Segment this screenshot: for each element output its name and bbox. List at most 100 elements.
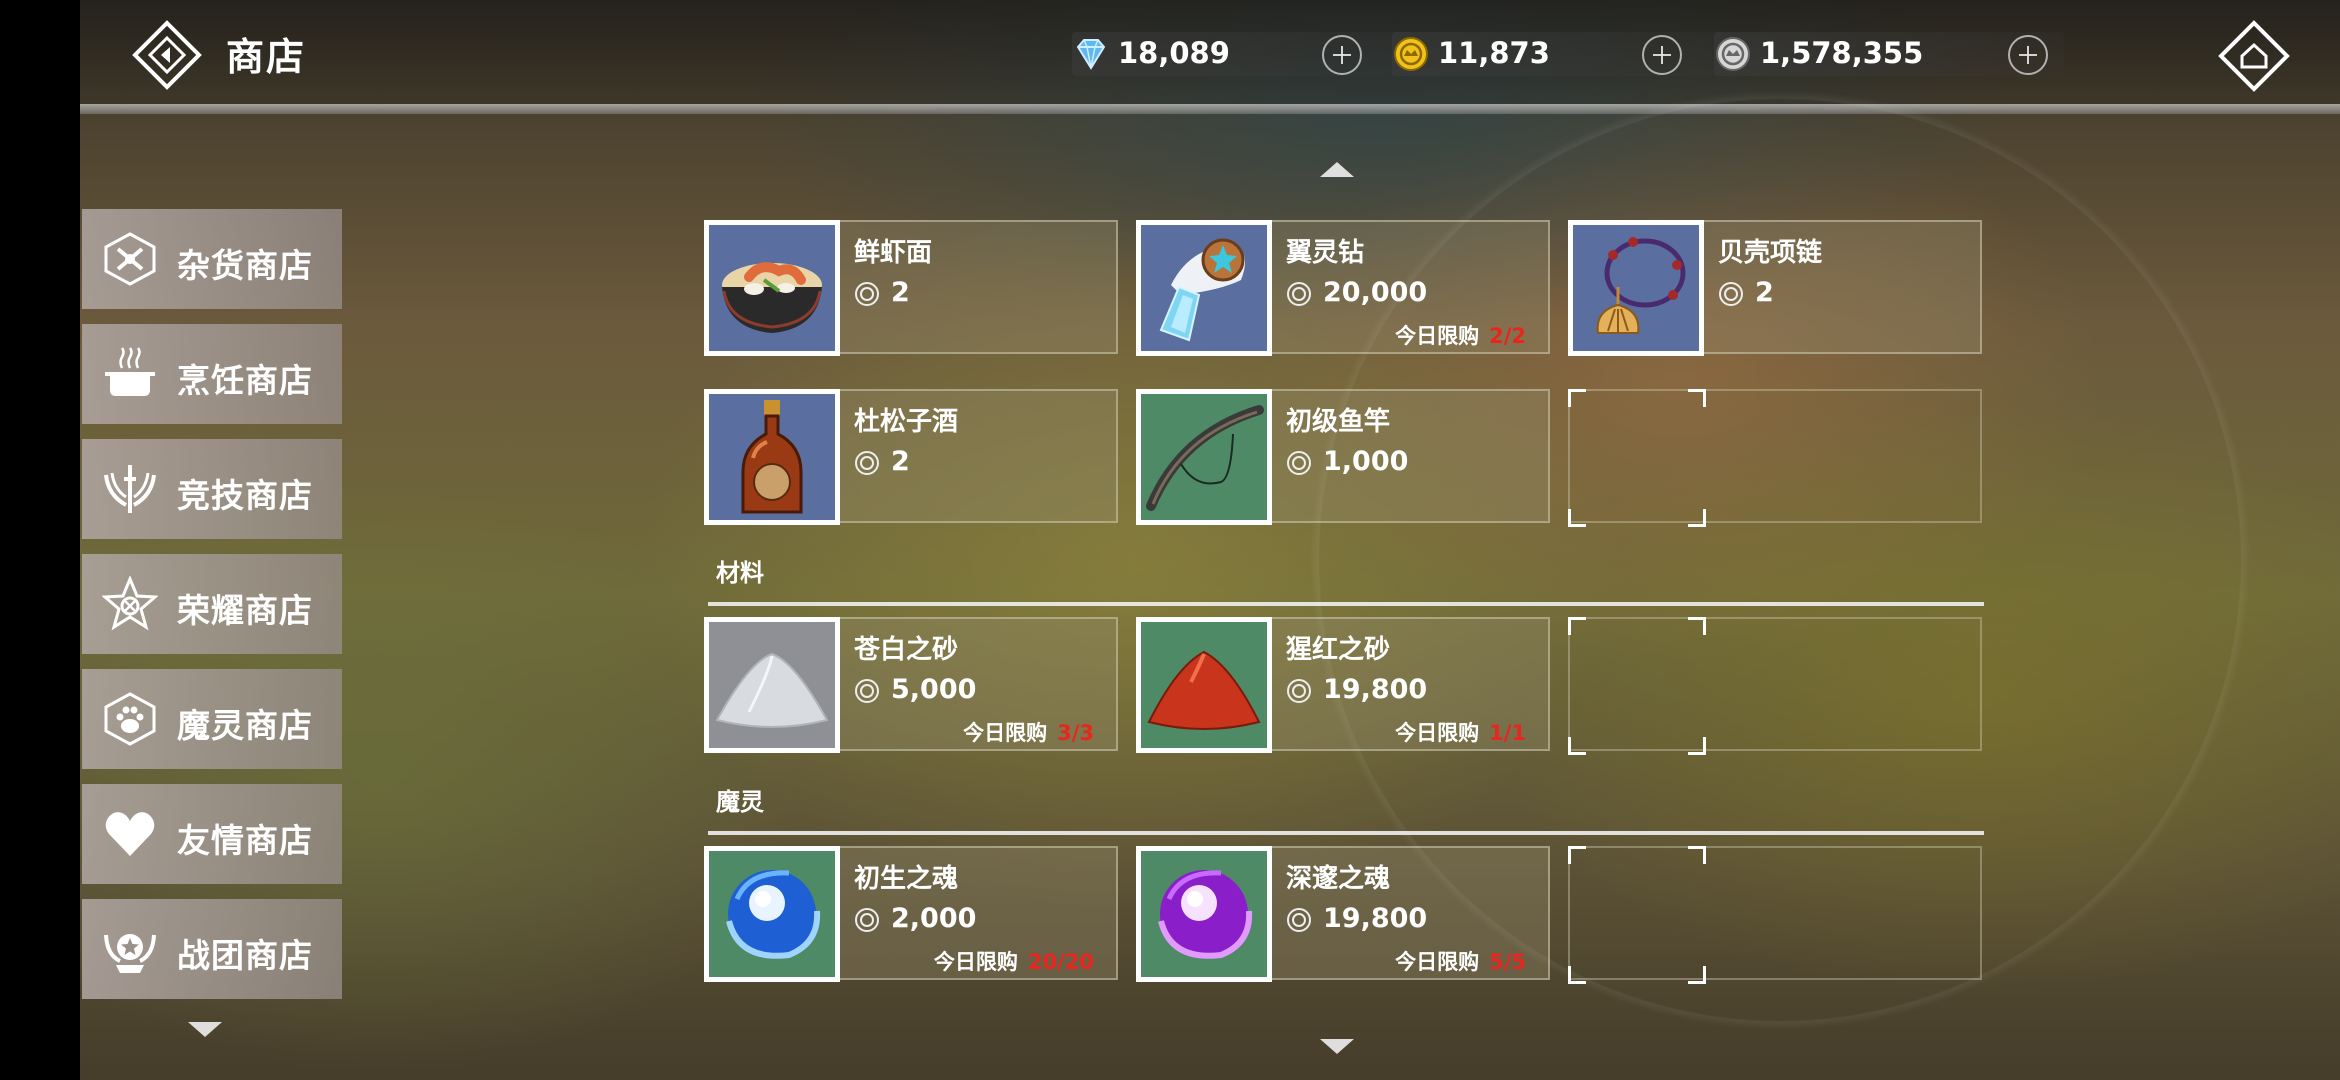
item-thumbnail [1568, 220, 1704, 356]
silver-coin-icon [1719, 282, 1743, 306]
item-name: 翼灵钻 [1286, 238, 1365, 268]
item-thumbnail [704, 220, 840, 356]
silver-coin-icon [855, 679, 879, 703]
item-price: 2,000 [891, 903, 977, 934]
silver-coin-icon [1716, 37, 1750, 71]
add-silver-button[interactable] [2008, 35, 2048, 75]
slot-corner [1568, 509, 1586, 527]
sidebar-item-guild[interactable]: 战团商店 [82, 899, 342, 999]
shop-item-card[interactable]: 初生之魂 2,000 今日限购 20/20 [704, 846, 1118, 982]
shell-necklace-icon [1573, 225, 1699, 351]
shop-item-card[interactable]: 翼灵钻 20,000 今日限购 2/2 [1136, 220, 1550, 356]
item-price: 1,000 [1323, 446, 1409, 477]
home-button[interactable] [2218, 20, 2290, 92]
item-price: 19,800 [1323, 674, 1428, 705]
silver-coin-icon [855, 451, 879, 475]
silver-amount: 1,578,355 [1760, 36, 1924, 70]
item-thumbnail [704, 389, 840, 525]
empty-slot [1568, 846, 1982, 984]
diamond-amount: 18,089 [1118, 36, 1230, 70]
glory-star-icon [102, 576, 158, 631]
item-name: 杜松子酒 [854, 407, 959, 437]
back-diamond-icon [132, 20, 202, 90]
empty-slot [1568, 617, 1982, 755]
silver-coin-icon [1287, 679, 1311, 703]
add-gold-button[interactable] [1642, 35, 1682, 75]
slot-corner [1688, 966, 1706, 984]
shop-item-card[interactable]: 猩红之砂 19,800 今日限购 1/1 [1136, 617, 1550, 753]
silver-coin-icon [1287, 908, 1311, 932]
sidebar-item-label: 竞技商店 [177, 476, 313, 515]
sidebar-item-arena[interactable]: 竞技商店 [82, 439, 342, 539]
shop-item-card[interactable]: 贝壳项链 2 [1568, 220, 1982, 356]
item-thumbnail [1136, 389, 1272, 525]
scroll-up-icon[interactable] [1320, 162, 1354, 177]
crimson-sand-icon [1141, 622, 1267, 748]
gold-amount: 11,873 [1438, 36, 1550, 70]
limit-label: 今日限购 [963, 721, 1048, 745]
sidebar-item-glory[interactable]: 荣耀商店 [82, 554, 342, 654]
silver-coin-icon [1287, 451, 1311, 475]
currency-gold: 11,873 [1392, 32, 1728, 76]
purchase-limit: 今日限购 1/1 [1395, 717, 1526, 747]
shop-item-card[interactable]: 深邃之魂 19,800 今日限购 5/5 [1136, 846, 1550, 982]
currency-silver: 1,578,355 [1714, 32, 2064, 76]
slot-corner [1688, 737, 1706, 755]
newborn-soul-icon [709, 851, 835, 977]
shop-item-card[interactable]: 初级鱼竿 1,000 [1136, 389, 1550, 525]
section-title: 材料 [716, 559, 764, 587]
item-price: 2 [891, 446, 910, 477]
shop-item-card[interactable]: 杜松子酒 2 [704, 389, 1118, 525]
guild-star-icon [104, 934, 156, 973]
sidebar-item-spirit[interactable]: 魔灵商店 [82, 669, 342, 769]
sidebar-item-label: 友情商店 [177, 821, 313, 860]
shop-item-card[interactable]: 鲜虾面 2 [704, 220, 1118, 356]
back-button[interactable] [132, 20, 202, 90]
limit-value: 2/2 [1489, 324, 1526, 348]
item-price: 5,000 [891, 674, 977, 705]
wing-crystal-icon [1141, 225, 1267, 351]
top-bar-divider [80, 104, 2340, 114]
scroll-down-icon[interactable] [1320, 1039, 1354, 1054]
shop-item-card[interactable]: 苍白之砂 5,000 今日限购 3/3 [704, 617, 1118, 753]
sidebar-item-label: 荣耀商店 [177, 591, 313, 630]
purchase-limit: 今日限购 3/3 [963, 717, 1094, 747]
item-price: 20,000 [1323, 277, 1428, 308]
currency-diamond: 18,089 [1072, 32, 1414, 76]
slot-corner [1688, 846, 1706, 864]
sidebar-item-grocery[interactable]: 杂货商店 [82, 209, 342, 309]
heart-icon [105, 812, 155, 856]
section-title: 魔灵 [716, 788, 764, 816]
sidebar-item-friendship[interactable]: 友情商店 [82, 784, 342, 884]
limit-label: 今日限购 [1395, 721, 1480, 745]
item-price: 2 [891, 277, 910, 308]
section-divider [708, 831, 1984, 835]
limit-value: 1/1 [1489, 721, 1526, 745]
shop-screen: 商店 18,089 11,873 1,578,355 杂货商店 烹饪商店 竞技商… [80, 0, 2340, 1080]
item-name: 苍白之砂 [854, 635, 959, 665]
limit-label: 今日限购 [933, 950, 1018, 974]
limit-label: 今日限购 [1395, 324, 1480, 348]
sidebar-item-label: 烹饪商店 [177, 361, 313, 400]
slot-corner [1688, 617, 1706, 635]
limit-value: 3/3 [1057, 721, 1094, 745]
silver-coin-icon [855, 282, 879, 306]
slot-corner [1568, 846, 1586, 864]
pale-sand-icon [709, 622, 835, 748]
noodle-bowl-icon [709, 225, 835, 351]
limit-label: 今日限购 [1395, 950, 1480, 974]
paw-icon [104, 692, 156, 746]
item-name: 初生之魂 [854, 864, 959, 894]
sidebar-scroll-down-icon[interactable] [188, 1022, 222, 1037]
item-thumbnail [1136, 846, 1272, 982]
item-price: 2 [1755, 277, 1774, 308]
item-thumbnail [1136, 617, 1272, 753]
sidebar-item-cooking[interactable]: 烹饪商店 [82, 324, 342, 424]
item-price: 19,800 [1323, 903, 1428, 934]
sidebar-item-label: 杂货商店 [177, 246, 313, 285]
slot-corner [1568, 389, 1586, 407]
add-diamond-button[interactable] [1322, 35, 1362, 75]
gin-bottle-icon [709, 394, 835, 520]
silver-coin-icon [1287, 282, 1311, 306]
section-divider [708, 602, 1984, 606]
